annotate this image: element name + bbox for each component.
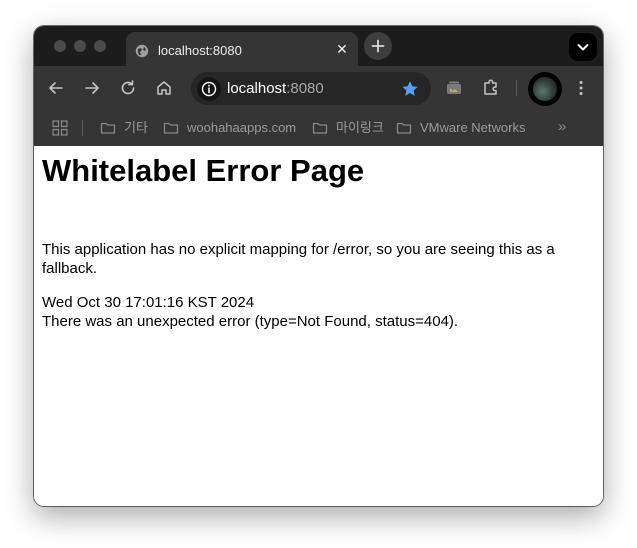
- bookmark-folder-2[interactable]: woohahaapps.com: [163, 119, 296, 137]
- arrow-right-icon[interactable]: [82, 78, 102, 98]
- tab-strip: localhost:8080 ✕: [34, 26, 603, 66]
- home-icon[interactable]: [154, 78, 174, 98]
- window-minimize-dot[interactable]: [74, 40, 86, 52]
- page-content: Whitelabel Error Page This application h…: [34, 146, 603, 506]
- browser-window: localhost:8080 ✕ localhost:8080 기타 wooha…: [34, 26, 603, 506]
- profile-avatar[interactable]: [528, 72, 562, 106]
- error-message: This application has no explicit mapping…: [42, 241, 555, 277]
- address-bar[interactable]: localhost:8080: [191, 72, 431, 105]
- error-detail: There was an unexpected error (type=Not …: [42, 313, 459, 330]
- arrow-left-icon[interactable]: [46, 78, 66, 98]
- error-timestamp: Wed Oct 30 17:01:16 KST 2024: [42, 294, 255, 311]
- bookmark-folder-1[interactable]: 기타: [100, 119, 148, 137]
- reload-icon[interactable]: [118, 78, 138, 98]
- puzzle-icon[interactable]: [481, 78, 501, 98]
- bookmark-label: 기타: [124, 120, 148, 135]
- page-title: Whitelabel Error Page: [42, 153, 365, 188]
- url-text[interactable]: localhost:8080: [227, 80, 324, 97]
- window-close-dot[interactable]: [54, 40, 66, 52]
- bookmarks-overflow-button[interactable]: »: [558, 118, 566, 135]
- star-icon[interactable]: [401, 80, 419, 98]
- plus-icon: [371, 39, 385, 53]
- new-tab-button[interactable]: [364, 32, 392, 60]
- folder-icon: [312, 122, 328, 134]
- bookmarks-bar: 기타 woohahaapps.com 마이링크 VMware Networks …: [34, 110, 603, 146]
- bookmark-label: woohahaapps.com: [187, 120, 297, 135]
- bookmark-folder-3[interactable]: 마이링크: [312, 119, 384, 137]
- kebab-menu-icon[interactable]: [571, 78, 591, 98]
- info-icon: [201, 81, 217, 97]
- bookmark-folder-4[interactable]: VMware Networks: [396, 119, 525, 137]
- tab-search-button[interactable]: [569, 33, 597, 61]
- url-port: :8080: [286, 80, 324, 97]
- bookmark-label: VMware Networks: [420, 120, 526, 135]
- tab-title: localhost:8080: [158, 43, 242, 58]
- folder-icon: [100, 122, 116, 134]
- url-host: localhost: [227, 80, 287, 97]
- folder-icon: [163, 122, 179, 134]
- tab-close-icon[interactable]: ✕: [334, 41, 350, 57]
- folder-icon: [396, 122, 412, 134]
- bookmark-label: 마이링크: [336, 120, 384, 135]
- media-icon[interactable]: [444, 78, 464, 98]
- toolbar-divider: [516, 80, 517, 96]
- site-info-button[interactable]: [197, 77, 221, 101]
- apps-grid-icon[interactable]: [52, 120, 68, 136]
- avatar-image: [533, 77, 557, 101]
- bookmarks-divider: [82, 120, 83, 136]
- tab-localhost[interactable]: localhost:8080 ✕: [126, 32, 358, 66]
- toolbar: localhost:8080: [34, 66, 603, 110]
- chevron-down-icon: [577, 44, 589, 51]
- window-zoom-dot[interactable]: [94, 40, 106, 52]
- globe-icon: [135, 44, 149, 58]
